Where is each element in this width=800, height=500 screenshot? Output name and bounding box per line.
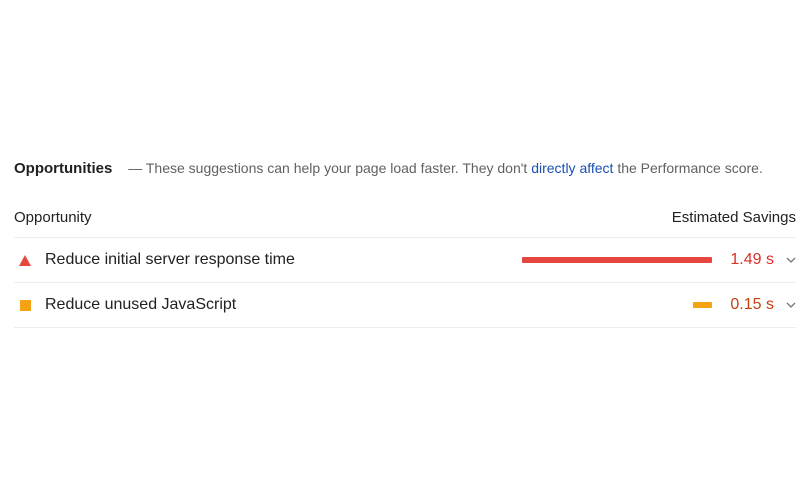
opportunity-label: Reduce initial server response time	[45, 251, 295, 268]
column-header-estimated-savings: Estimated Savings	[671, 209, 796, 226]
section-description-suffix: the Performance score.	[617, 160, 763, 176]
opportunity-label: Reduce unused JavaScript	[45, 296, 237, 313]
warning-triangle-icon	[16, 251, 34, 269]
opportunity-row-unused-javascript[interactable]: Reduce unused JavaScript 0.15 s	[14, 283, 796, 328]
section-title: Opportunities	[14, 160, 113, 177]
savings-bar	[692, 302, 712, 308]
savings-value: 1.49 s	[730, 251, 774, 268]
column-header-opportunity: Opportunity	[14, 209, 92, 226]
opportunities-header: Opportunities — These suggestions can he…	[14, 155, 796, 182]
opportunities-section: Opportunities — These suggestions can he…	[14, 155, 796, 328]
orange-square-icon	[16, 296, 34, 314]
savings-value: 0.15 s	[730, 296, 774, 313]
directly-affect-link[interactable]: directly affect	[531, 160, 613, 176]
table-header: Opportunity Estimated Savings	[14, 198, 796, 238]
chevron-down-icon[interactable]	[786, 302, 796, 308]
savings-bar	[522, 257, 712, 263]
savings-bar-track	[512, 302, 712, 308]
savings-bar-track	[512, 257, 712, 263]
opportunity-row-server-response[interactable]: Reduce initial server response time 1.49…	[14, 238, 796, 283]
section-description-prefix: — These suggestions can help your page l…	[128, 160, 528, 176]
chevron-down-icon[interactable]	[786, 257, 796, 263]
